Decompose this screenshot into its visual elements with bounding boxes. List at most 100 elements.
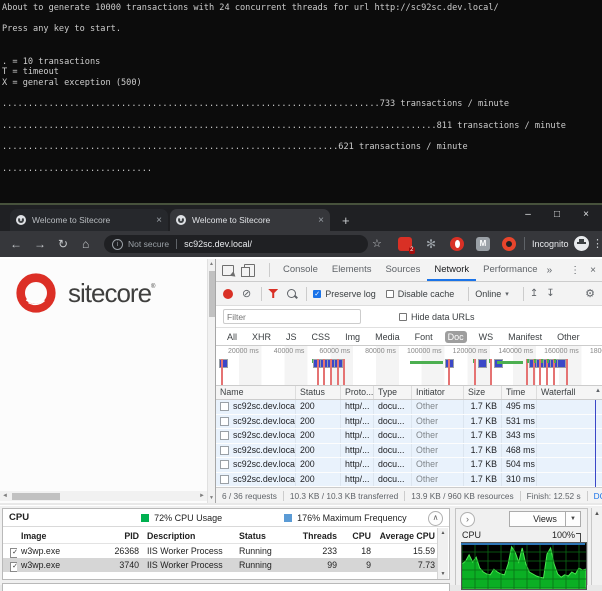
extension-adblock-icon[interactable] [398,237,412,251]
throttling-select[interactable]: Online [475,289,501,299]
filter-funnel-icon[interactable] [268,289,278,298]
maximize-button[interactable]: □ [545,206,569,224]
process-row[interactable]: ✓w3wp.exe26368IIS Worker ProcessRunning2… [3,544,439,558]
scroll-up-icon[interactable]: ▲ [208,261,215,267]
type-filter-all[interactable]: All [224,331,240,343]
expand-chevron-icon[interactable]: › [460,512,475,527]
device-toolbar-icon[interactable] [244,264,255,277]
window-scrollbar[interactable]: ▲ [591,508,602,585]
column-average-cpu[interactable]: Average CPU [375,531,439,541]
browser-tab-2[interactable]: Welcome to Sitecore × [170,209,330,231]
column-status[interactable]: Status [296,386,341,399]
info-icon[interactable]: i [112,239,123,250]
column-image[interactable]: Image [17,531,101,541]
extension-flower-icon[interactable]: ✻ [424,237,438,251]
scroll-up-icon[interactable]: ▲ [592,511,602,517]
horizontal-scroll-thumb[interactable] [12,493,60,500]
page-vertical-scrollbar[interactable]: ▲ ▼ [207,259,215,503]
type-filter-media[interactable]: Media [372,331,403,343]
bookmark-star-icon[interactable]: ☆ [372,237,382,251]
type-filter-font[interactable]: Font [412,331,436,343]
devtools-tab-performance[interactable]: Performance [476,259,544,281]
browser-menu-icon[interactable]: ⋮ [592,237,602,251]
request-checkbox[interactable] [220,417,229,426]
request-checkbox[interactable] [220,446,229,455]
chevron-down-icon[interactable]: ▾ [505,290,509,298]
tab-close-icon[interactable]: × [318,215,324,226]
type-filter-xhr[interactable]: XHR [249,331,274,343]
type-filter-ws[interactable]: WS [476,331,497,343]
type-filter-manifest[interactable]: Manifest [505,331,545,343]
column-initiator[interactable]: Initiator [412,386,464,399]
forward-icon[interactable]: → [34,237,46,251]
scroll-down-icon[interactable]: ▼ [208,495,215,501]
column-waterfall[interactable]: Waterfall▲ [537,386,602,399]
request-checkbox[interactable] [220,475,229,484]
cpu-section-header[interactable]: CPU 72% CPU Usage 176% Maximum Frequency… [3,509,449,527]
column-name[interactable]: Name [216,386,296,399]
page-horizontal-scrollbar[interactable]: ◄ ► [0,491,207,501]
column-time[interactable]: Time [502,386,537,399]
network-request-row[interactable]: sc92sc.dev.local200http/...docu...Other1… [216,415,602,430]
network-request-row[interactable]: sc92sc.dev.local200http/...docu...Other1… [216,400,602,415]
filter-input[interactable] [223,309,361,324]
import-har-icon[interactable]: ↥ [530,288,538,299]
process-checkbox[interactable]: ✓ [10,548,17,558]
scroll-up-icon[interactable]: ▲ [438,530,448,536]
scroll-left-icon[interactable]: ◄ [2,493,8,499]
more-tabs-icon[interactable]: » [547,265,553,276]
network-request-row[interactable]: sc92sc.dev.local200http/...docu...Other1… [216,473,602,488]
network-request-row[interactable]: sc92sc.dev.local200http/...docu...Other1… [216,444,602,459]
type-filter-other[interactable]: Other [554,331,583,343]
type-filter-css[interactable]: CSS [309,331,334,343]
scroll-right-icon[interactable]: ► [199,493,205,499]
url-text[interactable]: sc92sc.dev.local/ [184,239,252,249]
column-type[interactable]: Type [374,386,412,399]
devtools-tab-sources[interactable]: Sources [378,259,427,281]
collapse-chevron-icon[interactable]: ∧ [428,511,443,526]
extension-m-icon[interactable]: M [476,237,490,251]
export-har-icon[interactable]: ↧ [546,288,554,299]
inspect-element-icon[interactable] [222,265,234,276]
home-icon[interactable]: ⌂ [82,237,89,251]
minimize-button[interactable]: – [516,206,540,224]
column-threads[interactable]: Threads [295,531,341,541]
process-checkbox[interactable]: ✓ [10,562,17,572]
devtools-close-icon[interactable]: × [590,265,596,276]
hide-data-urls-checkbox[interactable] [399,313,407,321]
column-pid[interactable]: PID [101,531,143,541]
extension-ring-icon[interactable] [502,237,516,251]
new-tab-button[interactable]: + [342,213,350,228]
views-dropdown-icon[interactable]: ▼ [565,512,580,526]
address-bar[interactable]: i Not secure sc92sc.dev.local/ [104,235,368,253]
column-protocol[interactable]: Proto... [341,386,374,399]
type-filter-img[interactable]: Img [342,331,363,343]
search-icon[interactable] [287,289,296,298]
request-checkbox[interactable] [220,402,229,411]
record-icon[interactable] [223,289,233,299]
extension-red-circle-icon[interactable] [450,237,464,251]
back-icon[interactable]: ← [10,237,22,251]
views-button[interactable]: Views ▼ [509,511,581,527]
preserve-log-checkbox[interactable]: ✓ [313,290,321,298]
disable-cache-checkbox[interactable] [386,290,394,298]
network-request-row[interactable]: sc92sc.dev.local200http/...docu...Other1… [216,458,602,473]
column-description[interactable]: Description [143,531,235,541]
network-request-row[interactable]: sc92sc.dev.local200http/...docu...Other1… [216,429,602,444]
devtools-menu-icon[interactable]: ⋮ [570,265,580,276]
process-table-scrollbar[interactable]: ▲ ▼ [437,528,448,579]
process-row[interactable]: ✓w3wp.exe3740IIS Worker ProcessRunning99… [3,558,439,572]
browser-tab-1[interactable]: Welcome to Sitecore × [10,209,168,231]
reload-icon[interactable]: ↻ [58,237,68,251]
devtools-tab-elements[interactable]: Elements [325,259,379,281]
devtools-tab-network[interactable]: Network [427,259,476,281]
column-status[interactable]: Status [235,531,295,541]
type-filter-doc[interactable]: Doc [445,331,467,343]
clear-icon[interactable]: ⊘ [242,287,251,300]
column-cpu[interactable]: CPU [341,531,375,541]
settings-gear-icon[interactable]: ⚙ [585,287,595,300]
type-filter-js[interactable]: JS [283,331,300,343]
close-button[interactable]: × [574,206,598,224]
devtools-tab-console[interactable]: Console [276,259,325,281]
request-checkbox[interactable] [220,431,229,440]
